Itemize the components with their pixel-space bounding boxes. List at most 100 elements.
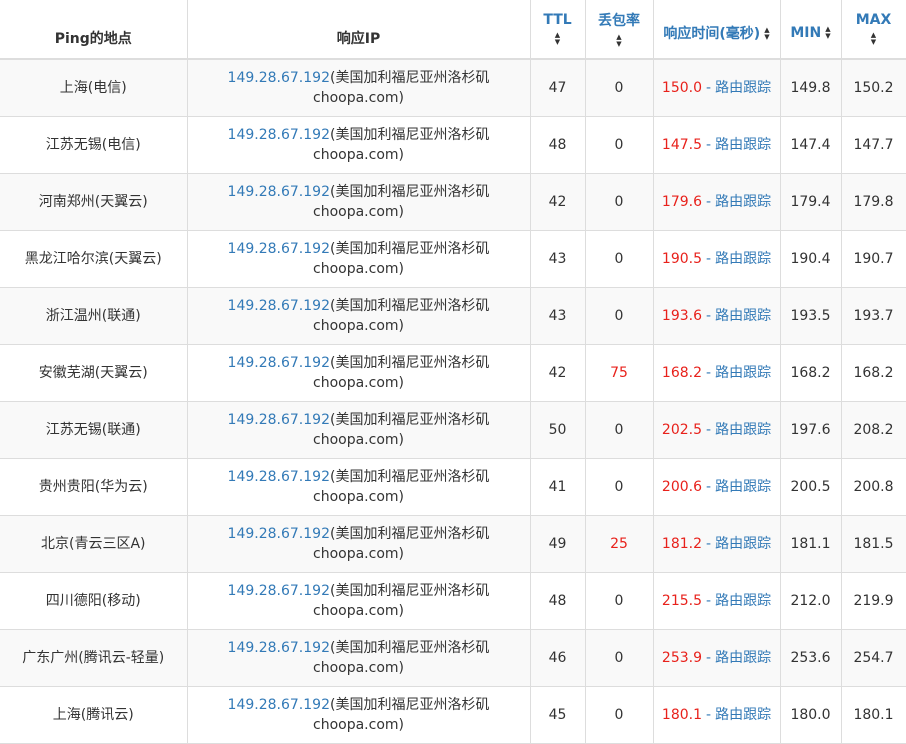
- ip-link[interactable]: 149.28.67.192: [228, 355, 330, 371]
- trace-route-link[interactable]: 路由跟踪: [715, 536, 771, 552]
- time-cell: 200.6- 路由跟踪: [653, 458, 781, 516]
- separator: -: [706, 307, 712, 324]
- sort-arrows-icon[interactable]: ▲ ▼: [825, 26, 830, 40]
- header-loss-label: 丢包率: [598, 13, 640, 29]
- table-body: 上海(电信) 149.28.67.192(美国加利福尼亚州洛杉矶choopa.c…: [0, 59, 906, 744]
- trace-route-link[interactable]: 路由跟踪: [715, 251, 771, 267]
- time-cell: 179.6- 路由跟踪: [653, 173, 781, 231]
- trace-route-link[interactable]: 路由跟踪: [715, 650, 771, 666]
- ttl-cell: 42: [530, 344, 586, 402]
- max-cell: 179.8: [841, 173, 906, 231]
- sort-arrows-icon[interactable]: ▲ ▼: [869, 32, 879, 46]
- response-time-value: 253.9: [661, 649, 703, 666]
- trace-route-link[interactable]: 路由跟踪: [715, 707, 771, 723]
- ip-cell: 149.28.67.192(美国加利福尼亚州洛杉矶choopa.com): [187, 686, 531, 744]
- header-ip: 响应IP: [187, 0, 531, 60]
- response-time-value: 193.6: [661, 307, 703, 324]
- ip-cell: 149.28.67.192(美国加利福尼亚州洛杉矶choopa.com): [187, 515, 531, 573]
- ip-link[interactable]: 149.28.67.192: [228, 184, 330, 200]
- sort-arrows-icon[interactable]: ▲ ▼: [614, 34, 624, 48]
- ttl-cell: 48: [530, 116, 586, 174]
- location-cell: 贵州贵阳(华为云): [0, 458, 188, 516]
- header-min[interactable]: MIN ▲ ▼: [780, 0, 842, 60]
- ip-cell: 149.28.67.192(美国加利福尼亚州洛杉矶choopa.com): [187, 572, 531, 630]
- ip-link[interactable]: 149.28.67.192: [228, 697, 330, 713]
- header-loss[interactable]: 丢包率 ▲ ▼: [585, 0, 654, 60]
- ip-link[interactable]: 149.28.67.192: [228, 127, 330, 143]
- table-row: 贵州贵阳(华为云) 149.28.67.192(美国加利福尼亚州洛杉矶choop…: [0, 458, 906, 516]
- time-cell: 193.6- 路由跟踪: [653, 287, 781, 345]
- max-cell: 208.2: [841, 401, 906, 459]
- loss-cell: 0: [585, 686, 654, 744]
- table-row: 广东广州(腾讯云-轻量) 149.28.67.192(美国加利福尼亚州洛杉矶ch…: [0, 629, 906, 687]
- trace-route-link[interactable]: 路由跟踪: [715, 308, 771, 324]
- sort-arrows-icon[interactable]: ▲ ▼: [764, 27, 769, 41]
- response-time-value: 147.5: [661, 136, 703, 153]
- separator: -: [706, 478, 712, 495]
- ip-info: (美国加利福尼亚州洛杉矶choopa.com): [313, 696, 490, 733]
- trace-route-link[interactable]: 路由跟踪: [715, 137, 771, 153]
- header-max[interactable]: MAX ▲ ▼: [841, 0, 906, 60]
- ip-info: (美国加利福尼亚州洛杉矶choopa.com): [313, 183, 490, 220]
- header-ttl[interactable]: TTL ▲ ▼: [530, 0, 586, 60]
- trace-route-link[interactable]: 路由跟踪: [715, 593, 771, 609]
- min-cell: 212.0: [780, 572, 842, 630]
- ttl-cell: 42: [530, 173, 586, 231]
- loss-cell: 25: [585, 515, 654, 573]
- table-header: Ping的地点 响应IP TTL ▲ ▼ 丢包率 ▲ ▼ 响应时间(毫秒) ▲ ▼ MI…: [0, 0, 906, 60]
- time-cell: 190.5- 路由跟踪: [653, 230, 781, 288]
- min-cell: 180.0: [780, 686, 842, 744]
- ip-link[interactable]: 149.28.67.192: [228, 70, 330, 86]
- separator: -: [706, 250, 712, 267]
- location-cell: 河南郑州(天翼云): [0, 173, 188, 231]
- ip-info: (美国加利福尼亚州洛杉矶choopa.com): [313, 240, 490, 277]
- max-cell: 181.5: [841, 515, 906, 573]
- time-cell: 253.9- 路由跟踪: [653, 629, 781, 687]
- ip-link[interactable]: 149.28.67.192: [228, 412, 330, 428]
- separator: -: [706, 421, 712, 438]
- header-min-label: MIN: [790, 25, 822, 41]
- trace-route-link[interactable]: 路由跟踪: [715, 479, 771, 495]
- header-ttl-label: TTL: [543, 12, 572, 28]
- min-cell: 147.4: [780, 116, 842, 174]
- ip-link[interactable]: 149.28.67.192: [228, 241, 330, 257]
- separator: -: [706, 592, 712, 609]
- ip-link[interactable]: 149.28.67.192: [228, 583, 330, 599]
- location-cell: 广东广州(腾讯云-轻量): [0, 629, 188, 687]
- table-row: 江苏无锡(联通) 149.28.67.192(美国加利福尼亚州洛杉矶choopa…: [0, 401, 906, 459]
- min-cell: 190.4: [780, 230, 842, 288]
- separator: -: [706, 364, 712, 381]
- location-cell: 黑龙江哈尔滨(天翼云): [0, 230, 188, 288]
- response-time-value: 181.2: [661, 535, 703, 552]
- time-cell: 215.5- 路由跟踪: [653, 572, 781, 630]
- ttl-cell: 50: [530, 401, 586, 459]
- ip-info: (美国加利福尼亚州洛杉矶choopa.com): [313, 468, 490, 505]
- ip-link[interactable]: 149.28.67.192: [228, 298, 330, 314]
- location-cell: 上海(电信): [0, 59, 188, 117]
- min-cell: 253.6: [780, 629, 842, 687]
- ip-info: (美国加利福尼亚州洛杉矶choopa.com): [313, 582, 490, 619]
- trace-route-link[interactable]: 路由跟踪: [715, 194, 771, 210]
- sort-arrows-icon[interactable]: ▲ ▼: [553, 32, 563, 46]
- trace-route-link[interactable]: 路由跟踪: [715, 80, 771, 96]
- time-cell: 150.0- 路由跟踪: [653, 59, 781, 117]
- location-cell: 北京(青云三区A): [0, 515, 188, 573]
- min-cell: 181.1: [780, 515, 842, 573]
- loss-cell: 0: [585, 401, 654, 459]
- ip-link[interactable]: 149.28.67.192: [228, 469, 330, 485]
- ip-link[interactable]: 149.28.67.192: [228, 640, 330, 656]
- time-cell: 181.2- 路由跟踪: [653, 515, 781, 573]
- separator: -: [706, 649, 712, 666]
- header-time[interactable]: 响应时间(毫秒) ▲ ▼: [653, 0, 781, 60]
- ttl-cell: 48: [530, 572, 586, 630]
- ip-cell: 149.28.67.192(美国加利福尼亚州洛杉矶choopa.com): [187, 629, 531, 687]
- trace-route-link[interactable]: 路由跟踪: [715, 422, 771, 438]
- time-cell: 147.5- 路由跟踪: [653, 116, 781, 174]
- max-cell: 168.2: [841, 344, 906, 402]
- response-time-value: 215.5: [661, 592, 703, 609]
- trace-route-link[interactable]: 路由跟踪: [715, 365, 771, 381]
- min-cell: 200.5: [780, 458, 842, 516]
- ttl-cell: 43: [530, 230, 586, 288]
- ip-link[interactable]: 149.28.67.192: [228, 526, 330, 542]
- ip-info: (美国加利福尼亚州洛杉矶choopa.com): [313, 411, 490, 448]
